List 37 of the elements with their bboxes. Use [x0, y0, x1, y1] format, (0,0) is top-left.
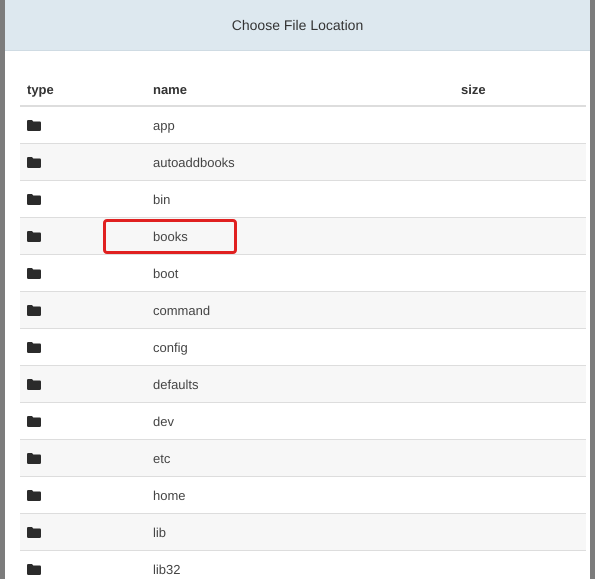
file-name: config — [153, 340, 188, 354]
folder-icon — [27, 268, 41, 278]
file-name: app — [153, 118, 175, 132]
table-row[interactable]: lib32 — [20, 551, 586, 579]
table-row[interactable]: etc — [20, 440, 586, 477]
column-header[interactable]: type — [20, 82, 153, 96]
table-row[interactable]: books — [20, 218, 586, 255]
folder-icon — [27, 156, 41, 168]
folder-icon — [27, 194, 41, 204]
column-header[interactable]: size — [461, 82, 486, 96]
file-name: command — [153, 302, 210, 318]
column-header[interactable]: name — [153, 82, 461, 96]
folder-icon — [27, 526, 41, 538]
file-name: autoaddbooks — [153, 154, 235, 170]
dialog-title: Choose File Location — [232, 17, 364, 33]
file-name: lib32 — [153, 562, 180, 576]
folder-icon — [27, 378, 41, 390]
file-name: lib — [153, 524, 166, 540]
file-name: dev — [153, 414, 174, 428]
file-name: home — [153, 488, 186, 502]
file-name: etc — [153, 450, 170, 466]
folder-icon — [27, 416, 41, 426]
folder-icon — [27, 490, 41, 500]
folder-icon — [27, 452, 41, 464]
folder-icon — [27, 342, 41, 352]
table-row[interactable]: defaults — [20, 366, 586, 403]
file-name: defaults — [153, 376, 199, 392]
folder-icon — [27, 564, 41, 574]
file-name: bin — [153, 192, 170, 206]
table-row[interactable]: lib — [20, 514, 586, 551]
file-name: books — [153, 228, 188, 244]
folder-icon — [27, 120, 41, 130]
folder-icon — [27, 304, 41, 316]
table-row[interactable]: command — [20, 292, 586, 329]
table-row[interactable]: autoaddbooks — [20, 144, 586, 181]
file-name: boot — [153, 266, 178, 280]
folder-icon — [27, 230, 41, 242]
